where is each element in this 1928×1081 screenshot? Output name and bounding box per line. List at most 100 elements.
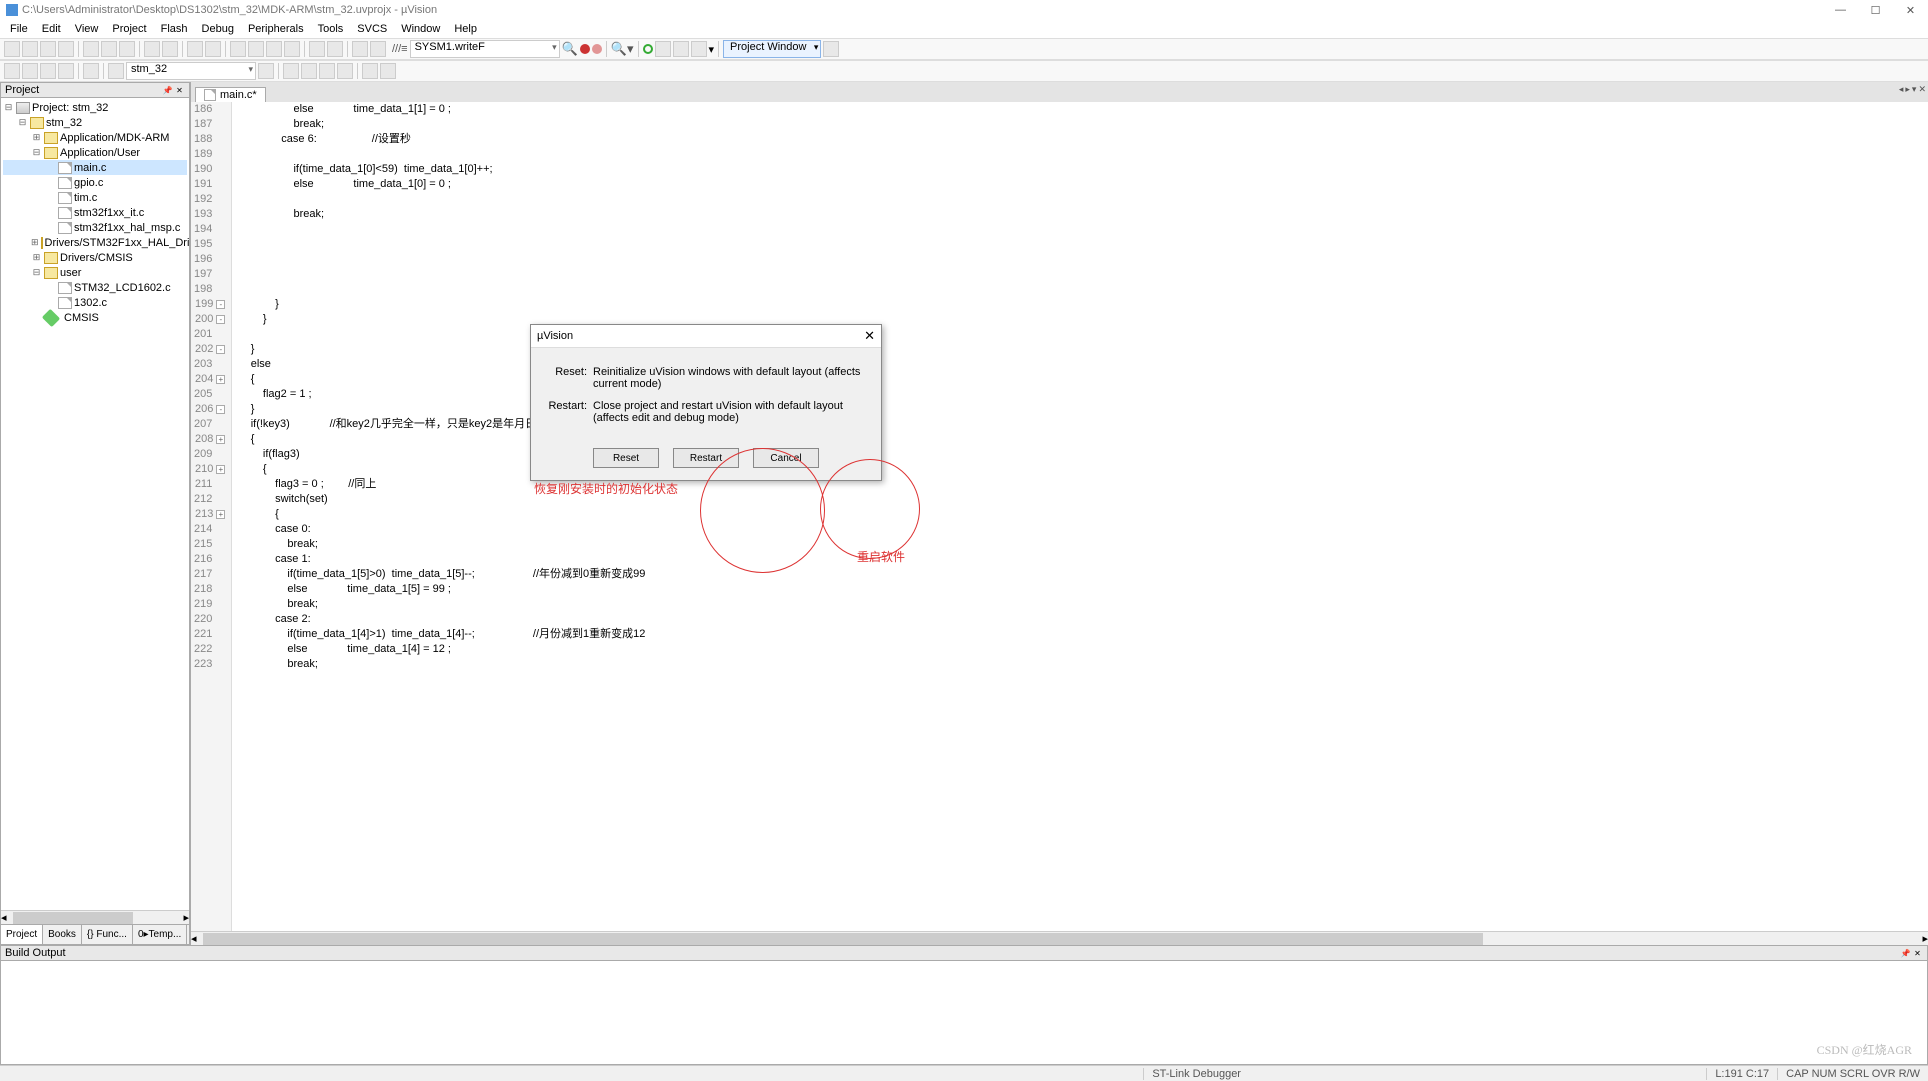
tree-item[interactable]: ⊞Drivers/CMSIS [3,250,187,265]
menu-file[interactable]: File [4,22,34,36]
tree-item[interactable]: main.c [3,160,187,175]
layout-icon[interactable] [823,41,839,57]
maximize-button[interactable]: ☐ [1858,0,1893,20]
download-icon[interactable] [83,63,99,79]
breakpoint-insert-icon[interactable] [580,44,590,54]
project-window-button[interactable]: Project Window [723,40,821,58]
tree-item[interactable]: ⊟Project: stm_32 [3,100,187,115]
tree-item[interactable]: gpio.c [3,175,187,190]
outdent-icon[interactable] [327,41,343,57]
project-tab[interactable]: 0▸Temp... [133,925,187,944]
build-icon[interactable] [22,63,38,79]
tree-item[interactable]: ⊞Application/MDK-ARM [3,130,187,145]
tree-item-cmsis[interactable]: CMSIS [3,310,187,325]
target-options-icon[interactable] [108,63,124,79]
reset-cpu-icon[interactable] [380,63,396,79]
run-to-icon[interactable] [337,63,353,79]
tab-nav-left-icon[interactable]: ◂ [1899,84,1904,95]
step-over-icon[interactable] [301,63,317,79]
tab-close-icon[interactable]: ✕ [1918,84,1926,95]
step-out-icon[interactable] [319,63,335,79]
cut-icon[interactable] [83,41,99,57]
save-all-icon[interactable] [58,41,74,57]
bookmark-next-icon[interactable] [266,41,282,57]
project-hscroll[interactable]: ◂▸ [1,910,189,924]
menu-peripherals[interactable]: Peripherals [242,22,310,36]
step-icon[interactable] [283,63,299,79]
tool1-icon[interactable] [655,41,671,57]
open-file-icon[interactable] [22,41,38,57]
toolbar-build: stm_32 [0,60,1928,82]
tool2-icon[interactable] [673,41,689,57]
dialog-close-icon[interactable]: ✕ [864,328,875,344]
menu-edit[interactable]: Edit [36,22,67,36]
tree-item[interactable]: stm32f1xx_hal_msp.c [3,220,187,235]
config-icon[interactable] [691,41,707,57]
close-button[interactable]: ✕ [1893,0,1928,20]
menu-view[interactable]: View [69,22,105,36]
comment-icon[interactable] [352,41,368,57]
bookmark-clear-icon[interactable] [284,41,300,57]
redo-icon[interactable] [162,41,178,57]
stop-icon[interactable] [362,63,378,79]
panel-pin-icon[interactable]: 📌 [1900,948,1911,959]
tree-item[interactable]: ⊟stm_32 [3,115,187,130]
tree-item[interactable]: STM32_LCD1602.c [3,280,187,295]
tree-item[interactable]: ⊞Drivers/STM32F1xx_HAL_Driv [3,235,187,250]
menu-help[interactable]: Help [448,22,483,36]
project-tree[interactable]: ⊟Project: stm_32⊟stm_32⊞Application/MDK-… [1,98,189,910]
tool-dropdown-icon[interactable]: ▾ [709,43,715,56]
panel-close-icon[interactable]: ✕ [174,85,185,96]
paste-icon[interactable] [119,41,135,57]
tree-item[interactable]: stm32f1xx_it.c [3,205,187,220]
project-tab[interactable]: Project [1,925,43,944]
indent-icon[interactable] [309,41,325,57]
editor-hscroll[interactable]: ◂▸ [191,931,1928,945]
target-combo[interactable]: stm_32 [126,62,256,80]
menu-svcs[interactable]: SVCS [351,22,393,36]
translate-icon[interactable] [4,63,20,79]
tab-list-icon[interactable]: ▾ [1912,84,1917,95]
options-icon[interactable] [258,63,274,79]
uncomment-icon[interactable] [370,41,386,57]
rebuild-icon[interactable] [40,63,56,79]
project-tab[interactable]: {} Func... [82,925,133,944]
reset-description: Reinitialize uVision windows with defaul… [593,366,867,390]
tab-nav-right-icon[interactable]: ▸ [1905,84,1910,95]
nav-back-icon[interactable] [187,41,203,57]
bookmark-icon[interactable] [230,41,246,57]
menu-flash[interactable]: Flash [155,22,194,36]
run-icon[interactable] [643,44,653,54]
build-output-body[interactable] [1,961,1927,1064]
copy-icon[interactable] [101,41,117,57]
panel-close-icon[interactable]: ✕ [1912,948,1923,959]
panel-pin-icon[interactable]: 📌 [162,85,173,96]
tree-item[interactable]: ⊟Application/User [3,145,187,160]
new-file-icon[interactable] [4,41,20,57]
menu-project[interactable]: Project [106,22,152,36]
restart-button[interactable]: Restart [673,448,739,468]
breakpoint-disable-icon[interactable] [592,44,602,54]
debug-icon[interactable]: 🔍▾ [611,41,634,57]
find-combo[interactable]: SYSM1.writeF [410,40,560,58]
tree-item[interactable]: 1302.c [3,295,187,310]
reset-button[interactable]: Reset [593,448,659,468]
menu-debug[interactable]: Debug [196,22,240,36]
project-tab[interactable]: Books [43,925,82,944]
editor-tab-main-c[interactable]: main.c* [195,87,266,102]
cancel-button[interactable]: Cancel [753,448,819,468]
minimize-button[interactable]: — [1823,0,1858,20]
tree-item[interactable]: ⊟user [3,265,187,280]
tree-item[interactable]: tim.c [3,190,187,205]
window-titlebar: C:\Users\Administrator\Desktop\DS1302\st… [0,0,1928,20]
menu-window[interactable]: Window [395,22,446,36]
undo-icon[interactable] [144,41,160,57]
nav-forward-icon[interactable] [205,41,221,57]
code-editor[interactable]: else time_data_1[1] = 0 ; break; case 6:… [232,102,1928,931]
editor-area: main.c* ◂ ▸ ▾ ✕ 186187188189190191192193… [190,82,1928,945]
bookmark-prev-icon[interactable] [248,41,264,57]
find-icon[interactable]: 🔍 [562,41,578,57]
save-icon[interactable] [40,41,56,57]
menu-tools[interactable]: Tools [312,22,350,36]
batch-build-icon[interactable] [58,63,74,79]
